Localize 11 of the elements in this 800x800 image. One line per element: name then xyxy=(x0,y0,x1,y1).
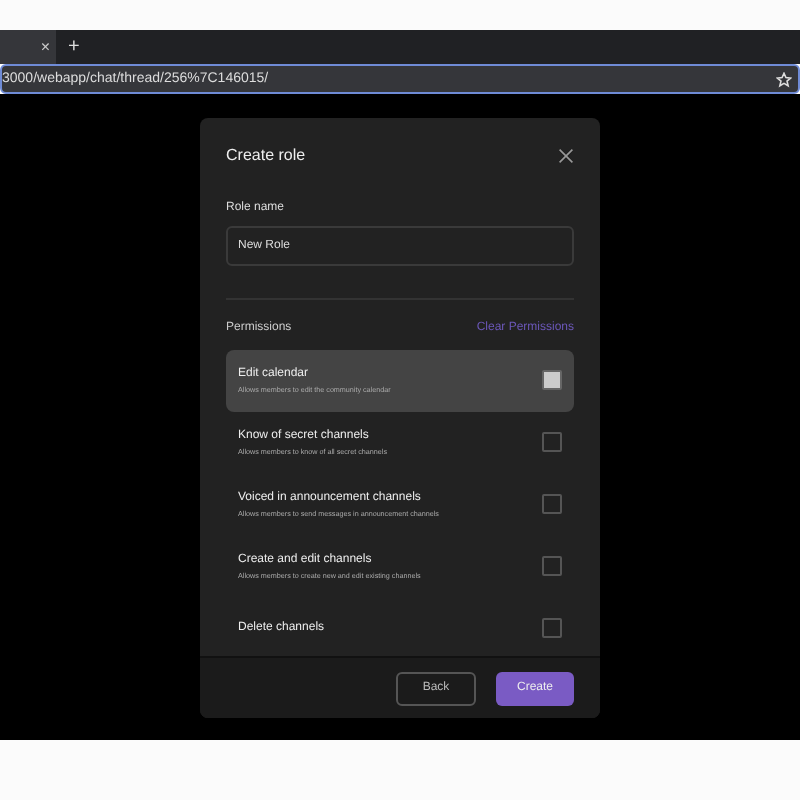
permission-checkbox[interactable] xyxy=(542,618,562,638)
dialog-title: Create role xyxy=(226,146,306,164)
close-tab-icon[interactable]: × xyxy=(40,38,50,56)
close-icon[interactable] xyxy=(558,147,574,163)
permission-checkbox[interactable] xyxy=(542,494,562,514)
permission-checkbox[interactable] xyxy=(542,370,562,390)
permission-checkbox[interactable] xyxy=(542,556,562,576)
browser-tab[interactable]: × xyxy=(0,30,56,64)
bookmark-star-icon[interactable] xyxy=(776,71,792,87)
new-tab-button[interactable]: + xyxy=(68,36,80,58)
permission-checkbox[interactable] xyxy=(542,432,562,452)
